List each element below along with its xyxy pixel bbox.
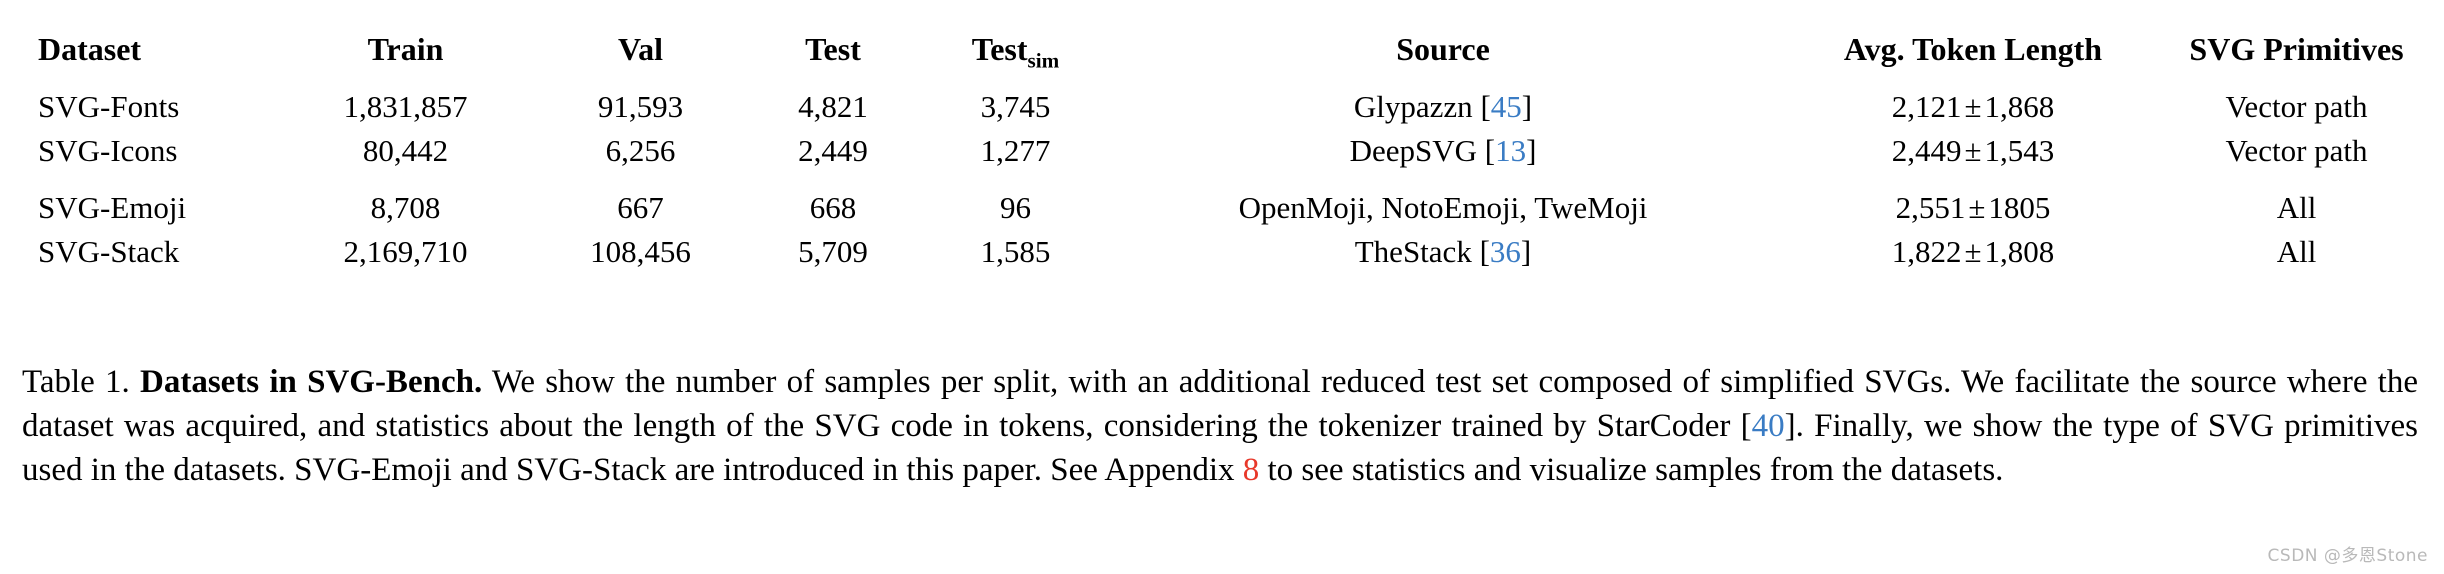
- cell-train: 80,442: [362, 133, 449, 168]
- column-header-train-label: Train: [367, 31, 444, 67]
- citation-link-starcoder[interactable]: 40: [1752, 408, 1785, 444]
- cell-val: 6,256: [605, 133, 676, 168]
- dataset-table-container: Dataset Train Val Test Testsim Source Av…: [28, 14, 2420, 287]
- column-header-test-sim-label: Test: [971, 31, 1028, 67]
- caption-title: Datasets in SVG-Bench.: [140, 364, 483, 400]
- cell-svg-primitives: All: [2276, 190, 2317, 225]
- table-toprule: [28, 14, 2420, 27]
- cell-source: TheStack [36]: [1354, 234, 1532, 269]
- caption-body-part-3: to see statistics and visualize samples …: [1259, 452, 2004, 488]
- table-body: SVG-Fonts 1,831,857 91,593 4,821 3,745 G…: [28, 85, 2420, 287]
- column-header-val: Val: [533, 27, 748, 72]
- plus-minus-symbol: ±: [1964, 89, 1982, 124]
- cell-train: 8,708: [370, 190, 441, 225]
- cell-test: 5,709: [798, 234, 868, 269]
- source-name: TheStack: [1354, 234, 1472, 269]
- cell-test-sim: 96: [1000, 190, 1031, 225]
- table-row: SVG-Emoji 8,708 667 668 96 OpenMoji, Not…: [28, 186, 2420, 230]
- column-header-test-sim: Testsim: [918, 27, 1113, 72]
- citation-link[interactable]: 13: [1495, 133, 1526, 168]
- cell-train: 2,169,710: [343, 234, 468, 269]
- table-row: SVG-Fonts 1,831,857 91,593 4,821 3,745 G…: [28, 85, 2420, 129]
- token-mean: 1,822: [1891, 234, 1962, 269]
- cell-avg-token-length: 2,121±1,868: [1773, 85, 2173, 129]
- column-header-dataset: Dataset: [28, 27, 278, 72]
- table-header: Dataset Train Val Test Testsim Source Av…: [28, 14, 2420, 85]
- table-bottomrule: [28, 274, 2420, 287]
- plus-minus-symbol: ±: [1964, 234, 1982, 269]
- column-header-dataset-label: Dataset: [38, 31, 142, 67]
- token-std: 1805: [1988, 190, 2051, 225]
- cell-svg-primitives: Vector path: [2225, 89, 2368, 124]
- cell-val: 667: [617, 190, 664, 225]
- column-header-source: Source: [1113, 27, 1773, 72]
- token-mean: 2,551: [1895, 190, 1966, 225]
- appendix-reference-link[interactable]: 8: [1243, 452, 1260, 488]
- cell-test: 4,821: [798, 89, 868, 124]
- table-row: SVG-Stack 2,169,710 108,456 5,709 1,585 …: [28, 230, 2420, 274]
- cell-dataset: SVG-Stack: [38, 234, 180, 269]
- column-header-test-sim-subscript: sim: [1027, 48, 1060, 73]
- cell-test-sim: 1,277: [980, 133, 1051, 168]
- cell-test: 2,449: [798, 133, 868, 168]
- citation-link[interactable]: 45: [1491, 89, 1522, 124]
- table-caption: Table 1. Datasets in SVG-Bench. We show …: [22, 360, 2418, 492]
- cell-avg-token-length: 2,449±1,543: [1773, 129, 2173, 173]
- csdn-watermark: CSDN @多恩Stone: [2267, 546, 2428, 566]
- column-header-svg-primitives-label: SVG Primitives: [2189, 31, 2404, 67]
- source-name: Glypazzn: [1353, 89, 1473, 124]
- column-header-svg-primitives: SVG Primitives: [2173, 27, 2420, 72]
- token-std: 1,543: [1984, 133, 2055, 168]
- cell-svg-primitives: All: [2276, 234, 2317, 269]
- table-dashed-separator: [28, 173, 2420, 186]
- column-header-test-label: Test: [805, 31, 861, 67]
- column-header-avg-token-length-label: Avg. Token Length: [1843, 31, 2103, 67]
- citation-link[interactable]: 36: [1490, 234, 1521, 269]
- table-row: SVG-Icons 80,442 6,256 2,449 1,277 DeepS…: [28, 129, 2420, 173]
- token-mean: 2,449: [1891, 133, 1962, 168]
- plus-minus-symbol: ±: [1964, 133, 1982, 168]
- header-row: Dataset Train Val Test Testsim Source Av…: [28, 27, 2420, 72]
- token-std: 1,808: [1984, 234, 2055, 269]
- dataset-table: Dataset Train Val Test Testsim Source Av…: [28, 14, 2420, 287]
- column-header-test: Test: [748, 27, 918, 72]
- token-std: 1,868: [1984, 89, 2055, 124]
- source-name: DeepSVG: [1349, 133, 1477, 168]
- column-header-avg-token-length: Avg. Token Length: [1773, 27, 2173, 72]
- cell-val: 91,593: [597, 89, 684, 124]
- token-mean: 2,121: [1891, 89, 1962, 124]
- cell-test-sim: 1,585: [980, 234, 1051, 269]
- cell-test: 668: [809, 190, 857, 225]
- cell-svg-primitives: Vector path: [2225, 133, 2368, 168]
- cell-avg-token-length: 1,822±1,808: [1773, 230, 2173, 274]
- table-figure-page: Dataset Train Val Test Testsim Source Av…: [0, 0, 2444, 574]
- column-header-val-label: Val: [617, 31, 664, 67]
- table-midrule: [28, 72, 2420, 85]
- cell-val: 108,456: [590, 234, 691, 269]
- plus-minus-symbol: ±: [1968, 190, 1986, 225]
- cell-source: OpenMoji, NotoEmoji, TweMoji: [1238, 190, 1648, 225]
- column-header-source-label: Source: [1396, 31, 1490, 67]
- cell-train: 1,831,857: [343, 89, 468, 124]
- cell-dataset: SVG-Fonts: [38, 89, 180, 124]
- cell-test-sim: 3,745: [980, 89, 1051, 124]
- cell-dataset: SVG-Emoji: [38, 190, 187, 225]
- column-header-train: Train: [278, 27, 533, 72]
- cell-source: Glypazzn [45]: [1353, 89, 1533, 124]
- caption-label: Table 1.: [22, 364, 130, 400]
- cell-source: DeepSVG [13]: [1349, 133, 1537, 168]
- cell-dataset: SVG-Icons: [38, 133, 178, 168]
- cell-avg-token-length: 2,551±1805: [1773, 186, 2173, 230]
